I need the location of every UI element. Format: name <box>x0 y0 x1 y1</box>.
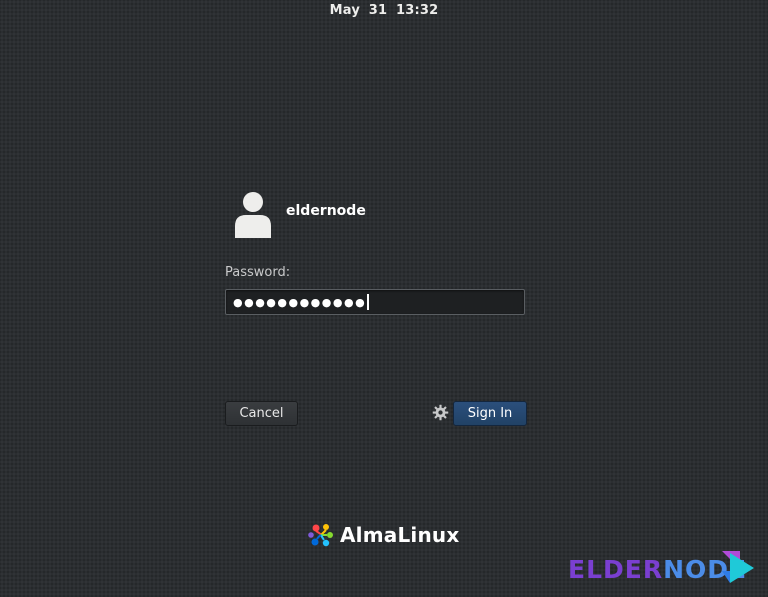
watermark-text-part1: ELDER <box>568 555 664 584</box>
password-label: Password: <box>225 265 291 280</box>
sign-in-button-label: Sign In <box>467 406 513 421</box>
almalinux-wordmark: AlmaLinux <box>340 523 460 547</box>
password-value: ●●●●●●●●●●●● <box>233 295 367 309</box>
clock-time: 13:32 <box>395 3 439 18</box>
almalinux-logo-icon <box>308 524 333 547</box>
gear-icon[interactable] <box>432 404 449 421</box>
play-arrow-icon <box>722 551 754 583</box>
user-avatar-icon <box>232 190 274 240</box>
user-row: eldernode <box>232 190 366 240</box>
password-field[interactable]: ●●●●●●●●●●●● <box>225 289 525 315</box>
text-caret <box>367 294 370 310</box>
eldernode-watermark: ELDERNODE <box>568 549 763 589</box>
username-label: eldernode <box>286 203 366 219</box>
top-bar-clock[interactable]: May 31 13:32 <box>0 3 768 18</box>
cancel-button[interactable]: Cancel <box>225 401 298 426</box>
sign-in-button[interactable]: Sign In <box>453 401 527 426</box>
clock-date: May 31 <box>329 3 388 18</box>
cancel-button-label: Cancel <box>239 406 284 421</box>
almalinux-logo: AlmaLinux <box>307 521 459 549</box>
